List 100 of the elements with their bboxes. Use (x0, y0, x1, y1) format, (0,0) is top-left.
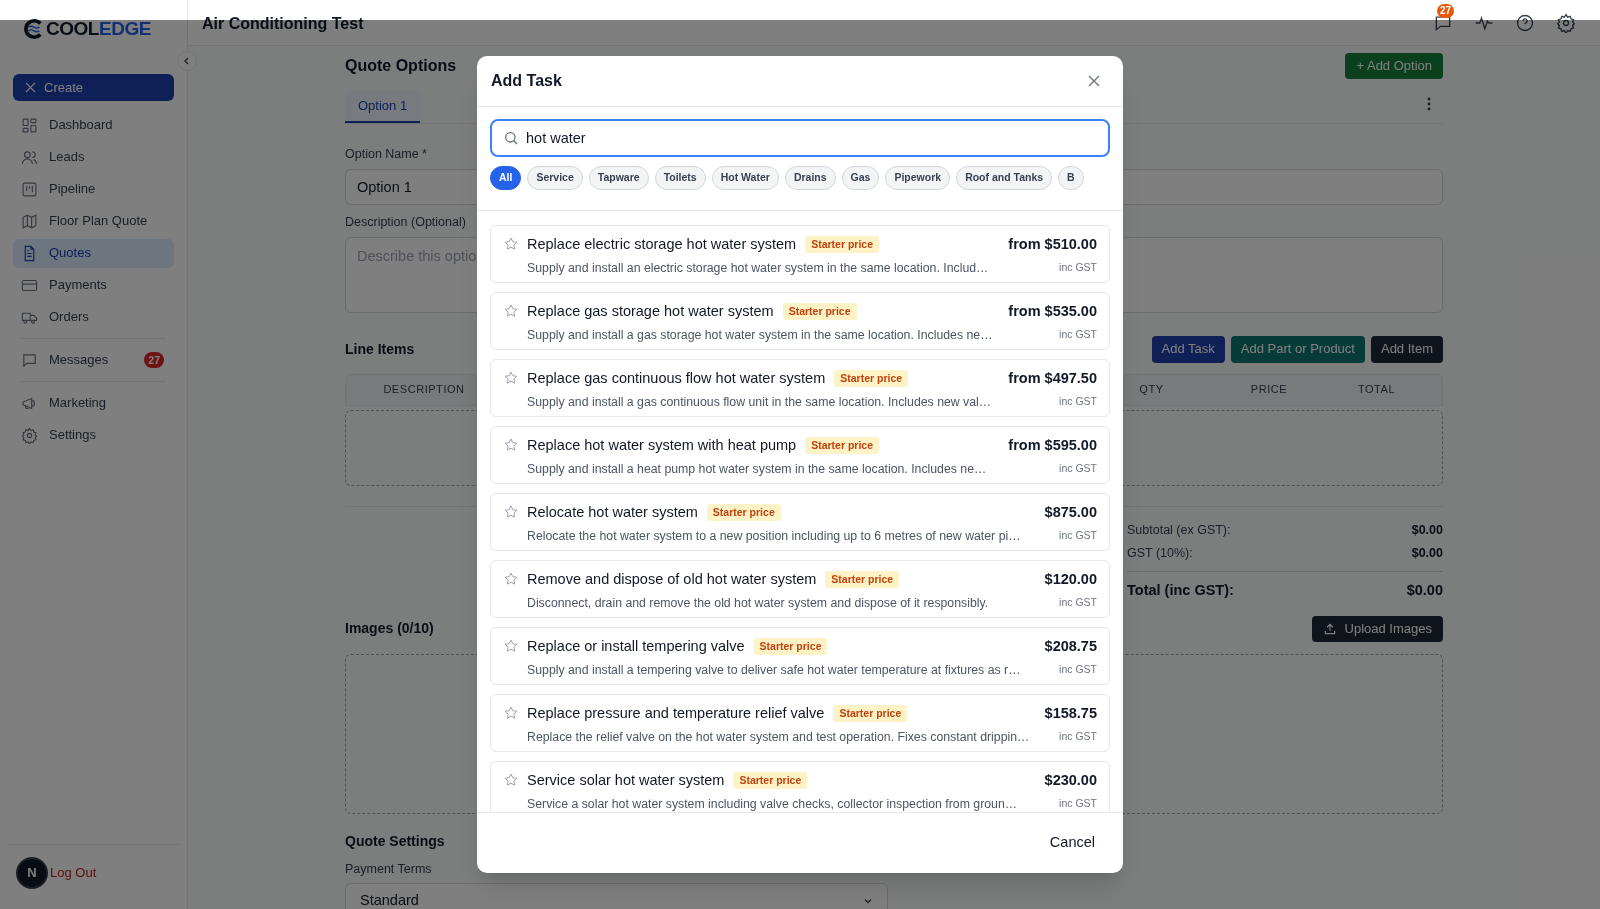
nav-item[interactable]: Dashboard (13, 110, 174, 140)
tab[interactable]: Option 1 (345, 91, 421, 123)
filter-chip[interactable]: Gas (841, 166, 880, 190)
total-label: GST (10%): (1127, 544, 1193, 562)
section-title: Line Items (345, 339, 415, 359)
payment-terms-select[interactable]: Standard (345, 883, 888, 909)
create-button[interactable]: Create (13, 74, 174, 101)
tax-note: inc GST (1058, 327, 1097, 343)
total-label: Total (inc GST): (1127, 580, 1234, 600)
task-item[interactable]: Replace pressure and temperature relief valve Starter price $158.75 Replace the relief valve on the hot water system and test operation. Fixes constant drippin… inc GST (490, 694, 1110, 752)
column-header: TOTAL (1356, 382, 1397, 398)
task-item[interactable]: Relocate hot water system Starter price $875.00 Relocate the hot water system to a new position including up to 6 metres of new water pi… inc GST (490, 493, 1110, 551)
notification-badge: 27 (1437, 3, 1455, 18)
tax-note: inc GST (1058, 729, 1097, 745)
task-description: Service a solar hot water system including valve checks, collector inspection from groun… (527, 795, 1018, 812)
star-icon[interactable] (503, 437, 519, 453)
task-description: Supply and install a tempering valve to deliver safe hot water temperature at fixtures as r… (527, 661, 1021, 679)
filter-chip[interactable]: Hot Water (711, 166, 779, 190)
column-header: QTY (1138, 382, 1165, 398)
collapse-button[interactable] (177, 51, 197, 71)
price-badge: Starter price (834, 370, 909, 388)
total-value: $0.00 (1411, 521, 1443, 539)
nav-item[interactable]: Payments (13, 270, 174, 300)
filter-chip[interactable]: B (1058, 166, 1084, 190)
task-title: Replace gas storage hot water system (527, 302, 774, 321)
toolbar-button[interactable]: Add Task (1151, 335, 1225, 363)
task-description: Supply and install a heat pump hot water system in the same location. Includes ne… (527, 460, 987, 478)
task-item[interactable]: Replace hot water system with heat pump Starter price from $595.00 Supply and install a heat pump hot water system in the same location. Includes ne… inc GST (490, 426, 1110, 484)
nav-item[interactable]: Leads (13, 142, 174, 172)
search-field[interactable]: hot water (490, 119, 1110, 157)
map-icon (21, 212, 38, 230)
tax-note: inc GST (1058, 260, 1097, 276)
price-badge: Starter price (833, 705, 908, 723)
task-item[interactable]: Replace electric storage hot water system Starter price from $510.00 Supply and install an electric storage hot water system in the same location. Includ… inc GST (490, 225, 1110, 283)
upload-images-button[interactable]: Upload Images (1311, 615, 1443, 642)
star-icon[interactable] (503, 772, 519, 788)
star-icon[interactable] (503, 303, 519, 319)
filter-chip[interactable]: Tapware (588, 166, 649, 190)
task-item[interactable]: Remove and dispose of old hot water system Starter price $120.00 Disconnect, drain and remove the old hot water system and dispose of it responsibly. inc GST (490, 560, 1110, 618)
chat-icon (21, 351, 38, 369)
task-item[interactable]: Replace gas continuous flow hot water system Starter price from $497.50 Supply and install a gas continuous flow unit in the same location. Includes new val… inc GST (490, 359, 1110, 417)
column-header: DESCRIPTION (382, 382, 466, 398)
dashboard-icon (21, 116, 38, 134)
task-title: Replace hot water system with heat pump (527, 436, 797, 455)
task-description: Disconnect, drain and remove the old hot water system and dispose of it responsibly. (527, 594, 989, 612)
nav-item[interactable]: Settings (13, 420, 174, 450)
search-icon (503, 130, 519, 146)
toolbar-button[interactable]: Add Item (1370, 335, 1443, 363)
task-item[interactable]: Service solar hot water system Starter price $230.00 Service a solar hot water system including valve checks, collector inspection from groun… inc GST (490, 761, 1110, 812)
price-badge: Starter price (805, 236, 880, 254)
filter-chip[interactable]: Pipework (885, 166, 951, 190)
task-price: $230.00 (1044, 771, 1097, 790)
filter-chip[interactable]: Roof and Tanks (956, 166, 1053, 190)
chevron-down-icon (863, 896, 873, 906)
filter-chip[interactable]: Drains (784, 166, 836, 190)
filter-chip[interactable]: Service (527, 166, 583, 190)
price-badge: Starter price (733, 772, 808, 790)
task-description: Supply and install an electric storage hot water system in the same location. Includ… (527, 259, 989, 277)
filter-chip[interactable]: Toilets (654, 166, 706, 190)
close-button[interactable] (1087, 74, 1101, 88)
chevron-left-icon (183, 57, 191, 65)
tax-note: inc GST (1058, 528, 1097, 544)
task-description: Replace the relief valve on the hot water system and test operation. Fixes constant drippin… (527, 728, 1030, 746)
star-icon[interactable] (503, 236, 519, 252)
nav-item[interactable]: Quotes (13, 238, 174, 268)
nav-item[interactable]: Marketing (13, 388, 174, 418)
dialog-title: Add Task (491, 71, 562, 91)
people-icon (21, 148, 38, 166)
cancel-button[interactable]: Cancel (1049, 832, 1095, 854)
task-title: Replace gas continuous flow hot water system (527, 369, 826, 388)
task-title: Replace electric storage hot water system (527, 235, 797, 254)
task-price: $120.00 (1044, 570, 1097, 589)
settings-icon[interactable] (1556, 12, 1576, 33)
tax-note: inc GST (1058, 394, 1097, 410)
add-option-button[interactable]: + Add Option (1345, 53, 1443, 79)
toolbar-button[interactable]: Add Part or Product (1230, 335, 1365, 363)
star-icon[interactable] (503, 504, 519, 520)
tax-note: inc GST (1058, 796, 1097, 812)
logo-text: COOLEDGE (46, 16, 151, 41)
nav-item[interactable]: Pipeline (13, 174, 174, 204)
star-icon[interactable] (503, 370, 519, 386)
nav-item[interactable]: Floor Plan Quote (13, 206, 174, 236)
nav-item[interactable]: Messages 27 (13, 345, 174, 375)
task-item[interactable]: Replace or install tempering valve Starter price $208.75 Supply and install a tempering valve to deliver safe hot water temperature at fixtures as r… inc GST (490, 627, 1110, 685)
star-icon[interactable] (503, 705, 519, 721)
help-icon[interactable] (1515, 12, 1535, 33)
nav-item[interactable]: Orders (13, 302, 174, 332)
logout-link[interactable]: Log Out (50, 863, 97, 883)
task-item[interactable]: Replace gas storage hot water system Starter price from $535.00 Supply and install a gas storage hot water system in the same location. Includes ne… inc GST (490, 292, 1110, 350)
field-label: Payment Terms (345, 861, 432, 879)
price-badge: Starter price (753, 638, 828, 656)
filter-chip[interactable]: All (490, 166, 522, 190)
tax-note: inc GST (1058, 461, 1097, 477)
star-icon[interactable] (503, 638, 519, 654)
section-title: Images (0/10) (345, 619, 434, 639)
avatar[interactable]: N (16, 857, 48, 889)
more-icon[interactable] (1427, 97, 1431, 111)
star-icon[interactable] (503, 571, 519, 587)
task-title: Service solar hot water system (527, 771, 725, 790)
section-title: Quote Options (345, 56, 457, 76)
